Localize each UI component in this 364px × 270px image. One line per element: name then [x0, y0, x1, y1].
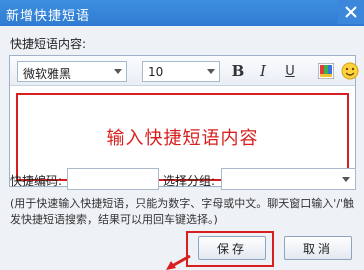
close-icon — [345, 6, 357, 18]
font-size-select[interactable]: 10 — [142, 61, 220, 82]
shortcut-code-input[interactable] — [67, 168, 159, 190]
smiley-icon[interactable] — [341, 62, 359, 80]
title-bar: 新增快捷短语 — [0, 0, 364, 26]
chevron-down-icon — [342, 177, 350, 182]
bold-button[interactable]: B — [228, 61, 248, 81]
chevron-down-icon — [114, 69, 122, 74]
italic-button[interactable]: I — [253, 61, 273, 81]
pointer-arrow-icon — [166, 254, 191, 270]
chevron-down-icon — [207, 69, 215, 74]
window-title: 新增快捷短语 — [6, 9, 91, 24]
font-size-value: 10 — [148, 65, 164, 79]
cancel-button[interactable]: 取消 — [284, 236, 352, 260]
content-section-label: 快捷短语内容: — [10, 37, 87, 51]
group-label: 选择分组: — [163, 174, 216, 188]
font-family-select[interactable]: 微软雅黑 — [17, 61, 127, 82]
help-text: (用于快速输入快捷短语，只能为数字、字母或中文。聊天窗口输入'/'触发快捷短语搜… — [10, 197, 355, 226]
format-toolbar: 微软雅黑 10 B I U — [10, 56, 359, 86]
underline-button[interactable]: U — [280, 61, 300, 81]
color-palette-icon[interactable] — [318, 63, 334, 79]
group-select[interactable] — [221, 168, 356, 190]
save-button[interactable]: 保存 — [198, 236, 266, 260]
close-button[interactable] — [338, 0, 364, 24]
font-family-value: 微软雅黑 — [23, 67, 72, 81]
content-hint-text: 输入快捷短语内容 — [106, 128, 259, 149]
code-label: 快捷编码: — [10, 174, 63, 188]
dialog-body: 快捷短语内容: 微软雅黑 10 B I U 输入快捷短语内容 快捷编码: 选择分… — [0, 26, 364, 270]
